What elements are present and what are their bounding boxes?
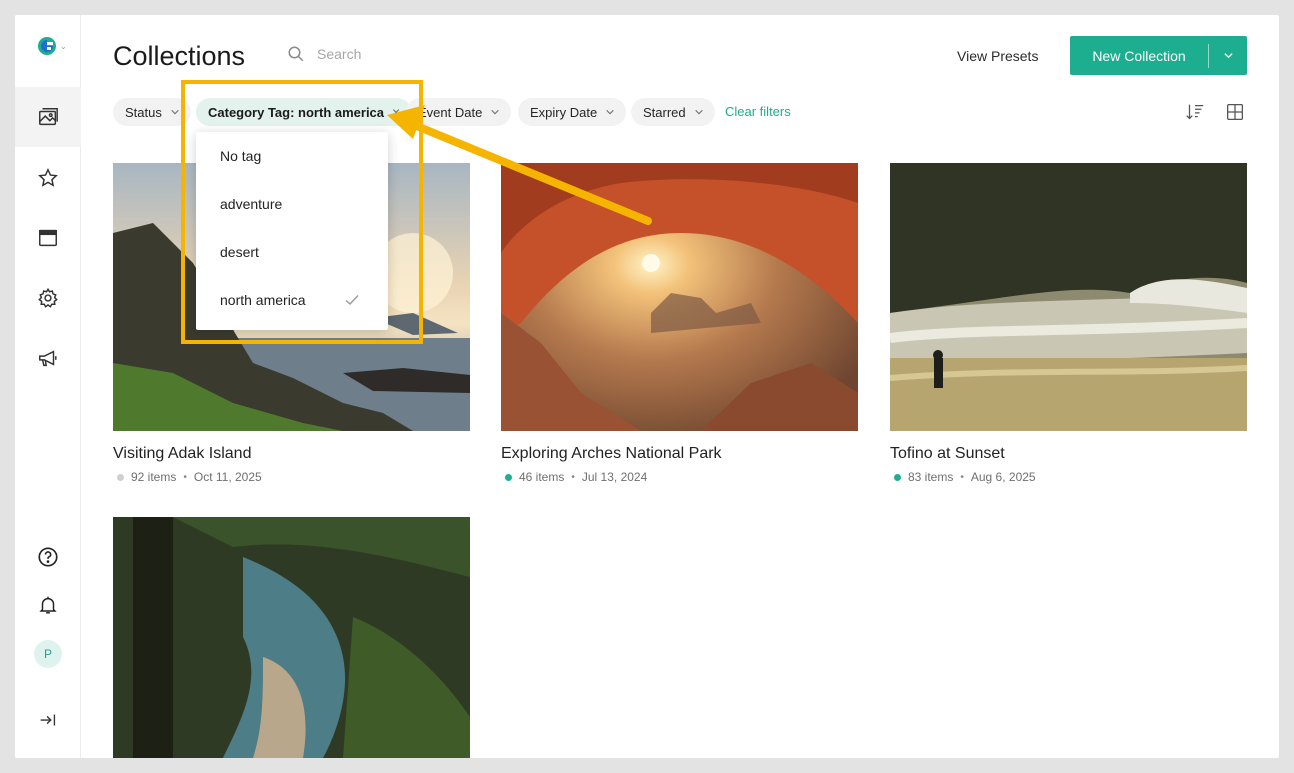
separator: • — [183, 471, 187, 483]
logo-icon[interactable]: ⌄ — [37, 35, 73, 57]
search-icon — [288, 46, 304, 62]
avatar[interactable]: P — [15, 624, 81, 684]
collection-date: Jul 13, 2024 — [581, 470, 648, 484]
starred-filter-label: Starred — [643, 104, 686, 120]
chevron-down-icon: ⌄ — [60, 41, 67, 51]
starred-filter[interactable]: Starred — [631, 98, 715, 126]
gear-icon[interactable] — [15, 268, 81, 328]
separator: • — [960, 471, 964, 483]
dropdown-item-label: No tag — [220, 148, 262, 164]
dropdown-item-label: adventure — [220, 196, 283, 212]
megaphone-icon[interactable] — [15, 328, 81, 388]
category-tag-filter-label: Category Tag: north america — [208, 104, 385, 120]
collection-card[interactable] — [113, 517, 470, 758]
dropdown-item-label: north america — [220, 292, 306, 308]
collection-thumbnail[interactable] — [113, 517, 470, 758]
sidebar: ⌄ P — [15, 15, 81, 758]
new-collection-button[interactable]: New Collection — [1070, 36, 1247, 75]
expiry-date-filter[interactable]: Expiry Date — [518, 98, 627, 126]
checkmark-icon — [345, 295, 359, 305]
dropdown-item-label: desert — [220, 244, 259, 260]
collection-date: Aug 6, 2025 — [970, 470, 1036, 484]
status-dot — [117, 473, 124, 481]
collection-card[interactable]: Tofino at Sunset 83 items • Aug 6, 2025 — [890, 163, 1247, 484]
event-date-filter[interactable]: Event Date — [406, 98, 512, 126]
collection-title[interactable]: Exploring Arches National Park — [501, 445, 858, 463]
chevron-down-icon — [606, 109, 614, 115]
status-filter-label: Status — [125, 104, 162, 120]
dropdown-item-adventure[interactable]: adventure — [196, 180, 388, 228]
category-tag-dropdown: No tag adventure desert north america — [196, 132, 388, 330]
dropdown-item-desert[interactable]: desert — [196, 228, 388, 276]
dropdown-item-north-america[interactable]: north america — [196, 276, 388, 324]
item-count: 92 items — [131, 470, 177, 484]
close-icon[interactable]: × — [392, 104, 400, 120]
collection-card[interactable]: Exploring Arches National Park 46 items … — [501, 163, 858, 484]
status-filter[interactable]: Status — [113, 98, 191, 126]
collection-thumbnail[interactable] — [501, 163, 858, 431]
collection-meta: 83 items • Aug 6, 2025 — [890, 470, 1247, 484]
collection-title[interactable]: Visiting Adak Island — [113, 445, 470, 463]
view-presets-button[interactable]: View Presets — [957, 48, 1038, 64]
search-input[interactable] — [317, 46, 477, 62]
separator: • — [571, 471, 575, 483]
window-icon[interactable] — [15, 208, 81, 268]
search-bar[interactable] — [287, 45, 477, 63]
collapse-icon[interactable] — [15, 690, 81, 750]
dropdown-item-no-tag[interactable]: No tag — [196, 132, 388, 180]
item-count: 46 items — [519, 470, 565, 484]
chevron-down-icon — [491, 109, 500, 115]
sort-icon[interactable] — [1184, 101, 1206, 123]
item-count: 83 items — [908, 470, 954, 484]
collection-date: Oct 11, 2025 — [193, 470, 262, 484]
media-icon[interactable] — [15, 87, 81, 147]
star-icon[interactable] — [15, 148, 81, 208]
clear-filters-link[interactable]: Clear filters — [725, 104, 791, 119]
collection-meta: 92 items • Oct 11, 2025 — [113, 470, 470, 484]
avatar-initial: P — [34, 640, 62, 668]
status-dot — [894, 473, 901, 481]
chevron-down-icon — [694, 109, 703, 115]
status-dot — [505, 473, 512, 481]
expiry-date-filter-label: Expiry Date — [530, 104, 598, 120]
collection-meta: 46 items • Jul 13, 2024 — [501, 470, 858, 484]
event-date-filter-label: Event Date — [418, 104, 483, 120]
app-window: ⌄ P Collections Search View Presets New … — [15, 15, 1279, 758]
chevron-down-icon — [171, 109, 179, 115]
chevron-down-icon[interactable] — [1209, 50, 1247, 61]
page-title: Collections — [113, 41, 246, 71]
new-collection-label: New Collection — [1092, 47, 1186, 64]
collection-thumbnail[interactable] — [890, 163, 1247, 431]
collection-title[interactable]: Tofino at Sunset — [890, 445, 1247, 463]
category-tag-filter[interactable]: Category Tag: north america × — [196, 98, 412, 126]
grid-view-icon[interactable] — [1224, 101, 1246, 123]
